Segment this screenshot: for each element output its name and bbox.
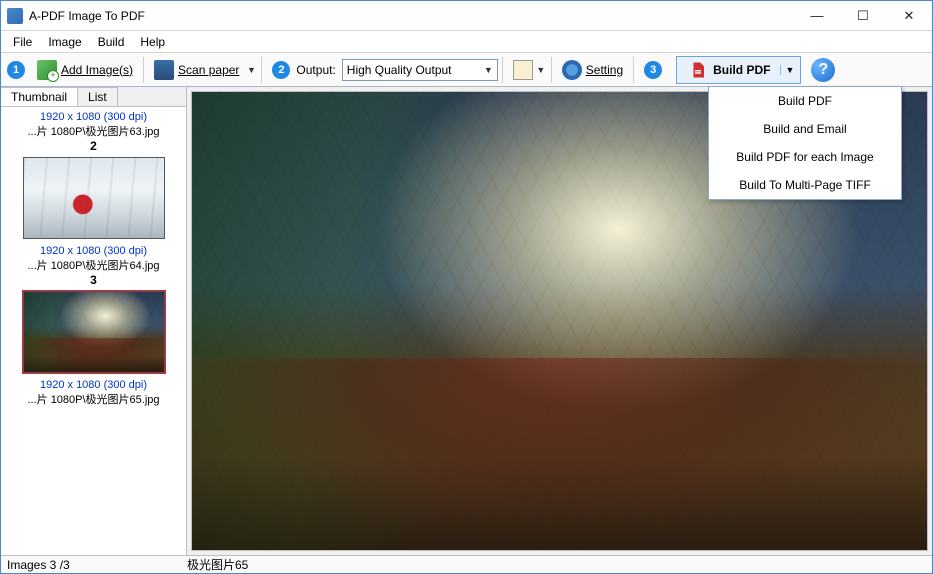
- chevron-down-icon: ▼: [480, 65, 493, 75]
- scan-paper-dropdown-arrow[interactable]: ▼: [245, 65, 257, 75]
- statusbar: Images 3 /3 极光图片65: [1, 555, 932, 573]
- thumbnail-meta: 1920 x 1080 (300 dpi): [1, 111, 186, 123]
- thumbnail-item[interactable]: 1920 x 1080 (300 dpi) ...片 1080P\极光图片64.…: [1, 245, 186, 373]
- step-2-badge: 2: [272, 61, 290, 79]
- thumbnail-image: [24, 292, 164, 372]
- close-button[interactable]: ✕: [886, 1, 932, 30]
- toolbar: 1 Add Image(s) Scan paper ▼ 2 Output: Hi…: [1, 53, 932, 87]
- help-button[interactable]: ?: [811, 58, 835, 82]
- tab-list[interactable]: List: [78, 87, 118, 106]
- sidebar-tabs: Thumbnail List: [1, 87, 186, 107]
- thumbnail-panel[interactable]: 1920 x 1080 (300 dpi) ...片 1080P\极光图片63.…: [1, 107, 186, 555]
- thumbnail-index: 3: [1, 273, 186, 287]
- build-dropdown-menu: Build PDF Build and Email Build PDF for …: [708, 86, 902, 200]
- separator: [143, 57, 144, 83]
- thumbnail-filename: ...片 1080P\极光图片63.jpg: [1, 123, 186, 139]
- output-select[interactable]: High Quality Output ▼: [342, 59, 498, 81]
- separator: [502, 57, 503, 83]
- menubar: File Image Build Help: [1, 31, 932, 53]
- thumbnail-filename: ...片 1080P\极光图片64.jpg: [1, 257, 186, 273]
- thumbnail-meta: 1920 x 1080 (300 dpi): [1, 245, 186, 257]
- setting-button[interactable]: Setting: [556, 56, 629, 84]
- tab-thumbnail[interactable]: Thumbnail: [1, 87, 78, 106]
- scanner-icon: [154, 60, 174, 80]
- thumbnail-item[interactable]: 1920 x 1080 (300 dpi) ...片 1080P\极光图片63.…: [1, 111, 186, 239]
- menu-image[interactable]: Image: [40, 33, 89, 51]
- scan-paper-button[interactable]: Scan paper: [148, 56, 245, 84]
- background-color-swatch[interactable]: [513, 60, 533, 80]
- build-pdf-label: Build PDF: [713, 63, 770, 77]
- minimize-button[interactable]: —: [794, 1, 840, 30]
- step-3-badge: 3: [644, 61, 662, 79]
- window-title: A-PDF Image To PDF: [29, 9, 145, 23]
- output-label: Output:: [296, 63, 335, 77]
- add-images-label: Add Image(s): [61, 63, 133, 77]
- separator: [633, 57, 634, 83]
- pdf-icon: [689, 61, 707, 79]
- thumbnail-meta: 1920 x 1080 (300 dpi): [1, 379, 186, 391]
- add-image-icon: [37, 60, 57, 80]
- menu-item-build-and-email[interactable]: Build and Email: [709, 115, 901, 143]
- menu-item-build-pdf-each-image[interactable]: Build PDF for each Image: [709, 143, 901, 171]
- menu-build[interactable]: Build: [90, 33, 133, 51]
- thumbnail-index: 2: [1, 139, 186, 153]
- setting-label: Setting: [586, 63, 623, 77]
- app-icon: [7, 8, 23, 24]
- build-pdf-split-button: Build PDF ▼: [676, 56, 801, 84]
- output-selected-value: High Quality Output: [347, 63, 480, 77]
- status-image-count: Images 3 /3: [7, 558, 187, 572]
- thumbnail-item[interactable]: 1920 x 1080 (300 dpi) ...片 1080P\极光图片65.…: [1, 379, 186, 407]
- maximize-button[interactable]: ☐: [840, 1, 886, 30]
- sidebar: Thumbnail List 1920 x 1080 (300 dpi) ...…: [1, 87, 187, 555]
- color-dropdown-arrow[interactable]: ▼: [535, 65, 547, 75]
- menu-item-build-pdf[interactable]: Build PDF: [709, 87, 901, 115]
- status-current-filename: 极光图片65: [187, 556, 926, 573]
- scan-paper-label: Scan paper: [178, 63, 239, 77]
- menu-file[interactable]: File: [5, 33, 40, 51]
- menu-item-build-multipage-tiff[interactable]: Build To Multi-Page TIFF: [709, 171, 901, 199]
- step-1-badge: 1: [7, 61, 25, 79]
- menu-help[interactable]: Help: [132, 33, 173, 51]
- build-pdf-dropdown-arrow[interactable]: ▼: [780, 65, 798, 75]
- thumbnail-filename: ...片 1080P\极光图片65.jpg: [1, 391, 186, 407]
- app-window: A-PDF Image To PDF — ☐ ✕ File Image Buil…: [0, 0, 933, 574]
- gear-icon: [562, 60, 582, 80]
- separator: [551, 57, 552, 83]
- thumbnail-image-card[interactable]: [23, 157, 165, 239]
- add-images-button[interactable]: Add Image(s): [31, 56, 139, 84]
- thumbnail-image-card[interactable]: [23, 291, 165, 373]
- separator: [261, 57, 262, 83]
- build-pdf-button[interactable]: Build PDF: [679, 57, 780, 83]
- thumbnail-image: [24, 158, 164, 238]
- titlebar: A-PDF Image To PDF — ☐ ✕: [1, 1, 932, 31]
